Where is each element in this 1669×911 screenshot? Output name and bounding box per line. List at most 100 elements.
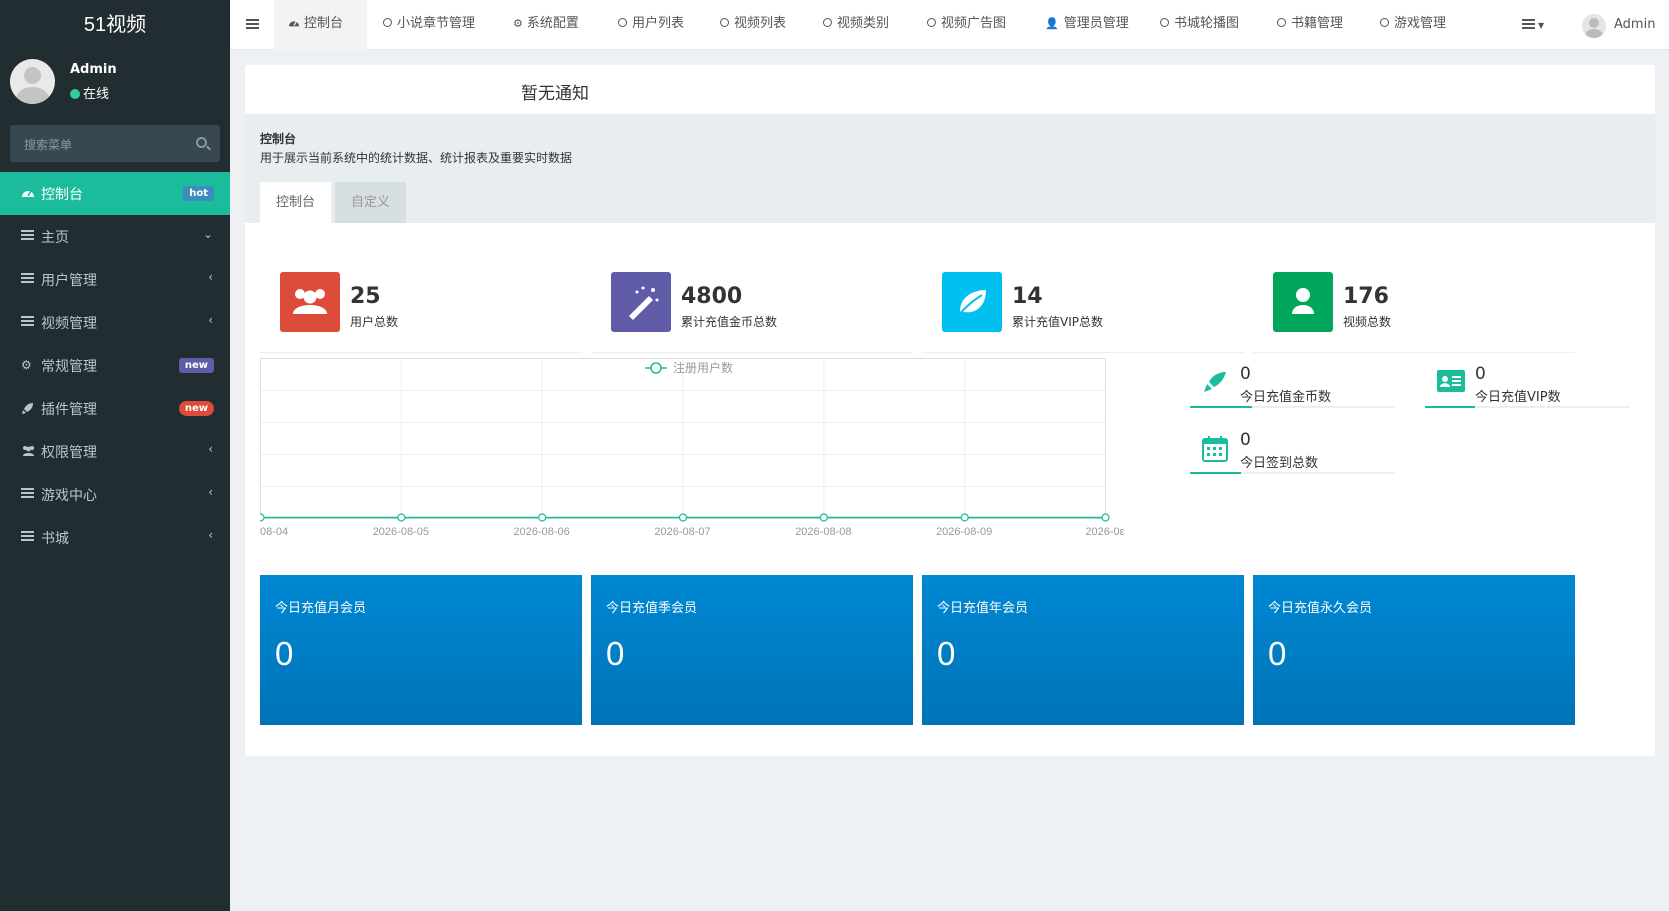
tab-admin-management[interactable]: 👤 管理员管理 — [1045, 0, 1129, 50]
sidebar-item-bookstore[interactable]: 书城 ‹ — [0, 516, 230, 559]
card-yearly-member: 今日充值年会员 0 — [922, 575, 1244, 725]
calendar-icon — [1202, 436, 1228, 462]
leaf-icon — [942, 272, 1002, 332]
mini-stat-label: 今日充值VIP数 — [1475, 390, 1561, 405]
sidebar-item-label: 常规管理 — [41, 359, 97, 375]
tab-label: 管理员管理 — [1063, 16, 1129, 31]
user-icon — [1273, 272, 1333, 332]
sidebar-item-dashboard[interactable]: 控制台 hot — [0, 172, 230, 215]
tab-label: 视频列表 — [734, 16, 787, 31]
tabs-menu-dropdown[interactable]: ▼ — [1522, 19, 1546, 31]
user-panel: Admin 在线 — [0, 50, 230, 115]
card-value: 0 — [937, 635, 956, 672]
tab-label: 视频广告图 — [941, 16, 1007, 31]
x-tick-label: 2026-08-07 — [654, 526, 710, 538]
stat-label: 用户总数 — [350, 315, 399, 329]
tab-dashboard-panel[interactable]: 控制台 — [260, 182, 332, 223]
card-monthly-member: 今日充值月会员 0 — [260, 575, 582, 725]
stat-videos: 176 视频总数 — [1253, 257, 1575, 353]
users-icon — [280, 272, 340, 332]
sidebar-item-game-center[interactable]: 游戏中心 ‹ — [0, 473, 230, 516]
avatar[interactable] — [1582, 14, 1606, 38]
stat-value: 14 — [1012, 284, 1043, 309]
cogs-icon: ⚙ — [21, 358, 32, 372]
notice-text: 暂无通知 — [521, 84, 589, 104]
panel-description: 用于展示当前系统中的统计数据、统计报表及重要实时数据 — [260, 151, 573, 165]
list-icon — [1522, 19, 1535, 30]
mini-stat-bar — [1425, 406, 1475, 408]
rocket-icon — [21, 402, 35, 414]
circle-icon — [1380, 18, 1389, 27]
chevron-left-icon: ‹ — [208, 528, 213, 542]
tab-bookstore-carousel[interactable]: 书城轮播图 — [1160, 0, 1239, 50]
tab-label: 小说章节管理 — [397, 16, 476, 31]
tab-label: 用户列表 — [632, 16, 685, 31]
register-users-chart: 08-04 2026-08-05 2026-08-06 2026-08-07 2026-… — [260, 358, 1125, 538]
dashboard-panel: 控制台 用于展示当前系统中的统计数据、统计报表及重要实时数据 控制台 自定义 2… — [245, 114, 1655, 756]
tab-video-category[interactable]: 视频类别 — [823, 0, 889, 50]
sidebar-item-home[interactable]: 主页 ⌄ — [0, 215, 230, 258]
tab-custom[interactable]: 自定义 — [335, 182, 407, 223]
stat-value: 176 — [1343, 284, 1389, 309]
stat-value: 25 — [350, 284, 381, 309]
stat-value: 4800 — [681, 284, 743, 309]
sidebar-item-permissions[interactable]: 权限管理 ‹ — [0, 430, 230, 473]
data-point — [1101, 513, 1110, 522]
sidebar-item-user-management[interactable]: 用户管理 ‹ — [0, 258, 230, 301]
tab-dashboard[interactable]: 控制台 — [274, 0, 367, 50]
sidebar-toggle-icon[interactable] — [246, 19, 259, 30]
hot-badge: hot — [183, 186, 214, 201]
search-icon[interactable] — [196, 137, 207, 148]
tab-novel-chapters[interactable]: 小说章节管理 — [383, 0, 475, 50]
stat-label: 视频总数 — [1343, 315, 1392, 329]
panel-header: 控制台 用于展示当前系统中的统计数据、统计报表及重要实时数据 控制台 自定义 — [245, 114, 1655, 223]
list-icon — [21, 488, 35, 500]
tab-video-list[interactable]: 视频列表 — [720, 0, 786, 50]
mini-stat-label: 今日充值金币数 — [1240, 390, 1332, 405]
sidebar-item-label: 控制台 — [41, 187, 83, 203]
legend-label: 注册用户数 — [673, 360, 733, 375]
data-point — [538, 513, 547, 522]
data-point — [678, 513, 688, 522]
magic-wand-icon — [611, 272, 671, 332]
circle-icon — [1277, 18, 1286, 27]
stat-users: 25 用户总数 — [260, 257, 582, 353]
card-value: 0 — [1268, 635, 1287, 672]
data-point — [960, 513, 969, 522]
dashboard-icon — [289, 20, 299, 27]
tab-book-management[interactable]: 书籍管理 — [1277, 0, 1343, 50]
tab-user-list[interactable]: 用户列表 — [618, 0, 684, 50]
circle-icon — [618, 18, 627, 27]
list-icon — [21, 531, 35, 543]
user-icon: 👤 — [1045, 17, 1059, 30]
chevron-left-icon: ‹ — [208, 313, 213, 327]
notice-bar: 暂无通知 — [245, 65, 1655, 114]
app-logo[interactable]: 51视频 — [0, 0, 230, 50]
sidebar-item-plugins[interactable]: 插件管理 new — [0, 387, 230, 430]
menu-search-input[interactable]: 搜索菜单 — [10, 125, 220, 162]
stat-label: 累计充值VIP总数 — [1012, 315, 1103, 329]
mini-stat-value: 0 — [1240, 430, 1251, 450]
stat-vip: 14 累计充值VIP总数 — [922, 257, 1244, 353]
list-icon — [21, 316, 35, 328]
rocket-icon — [1202, 370, 1228, 394]
data-point — [819, 513, 828, 522]
sidebar-item-label: 权限管理 — [41, 445, 97, 461]
tab-label: 书籍管理 — [1291, 16, 1344, 31]
sidebar-item-general[interactable]: ⚙ 常规管理 new — [0, 344, 230, 387]
card-value: 0 — [275, 635, 294, 672]
tab-game-management[interactable]: 游戏管理 — [1380, 0, 1446, 50]
sidebar-item-video-management[interactable]: 视频管理 ‹ — [0, 301, 230, 344]
tab-label: 视频类别 — [837, 16, 890, 31]
admin-user-menu[interactable]: Admin — [1614, 0, 1655, 50]
sidebar: 51视频 Admin 在线 搜索菜单 控制台 hot 主页 ⌄ 用户管理 ‹ 视… — [0, 0, 230, 911]
card-title: 今日充值永久会员 — [1268, 601, 1373, 616]
x-tick-label: 2026-08-08 — [795, 526, 851, 538]
mini-stat-coins-today: 0 今日充值金币数 — [1190, 358, 1395, 408]
tab-video-ads[interactable]: 视频广告图 — [927, 0, 1006, 50]
tab-system-config[interactable]: ⚙ 系统配置 — [513, 0, 579, 50]
card-title: 今日充值季会员 — [606, 601, 698, 616]
sidebar-item-label: 游戏中心 — [41, 488, 97, 504]
chevron-left-icon: ‹ — [208, 442, 213, 456]
user-status-label: 在线 — [83, 87, 110, 102]
